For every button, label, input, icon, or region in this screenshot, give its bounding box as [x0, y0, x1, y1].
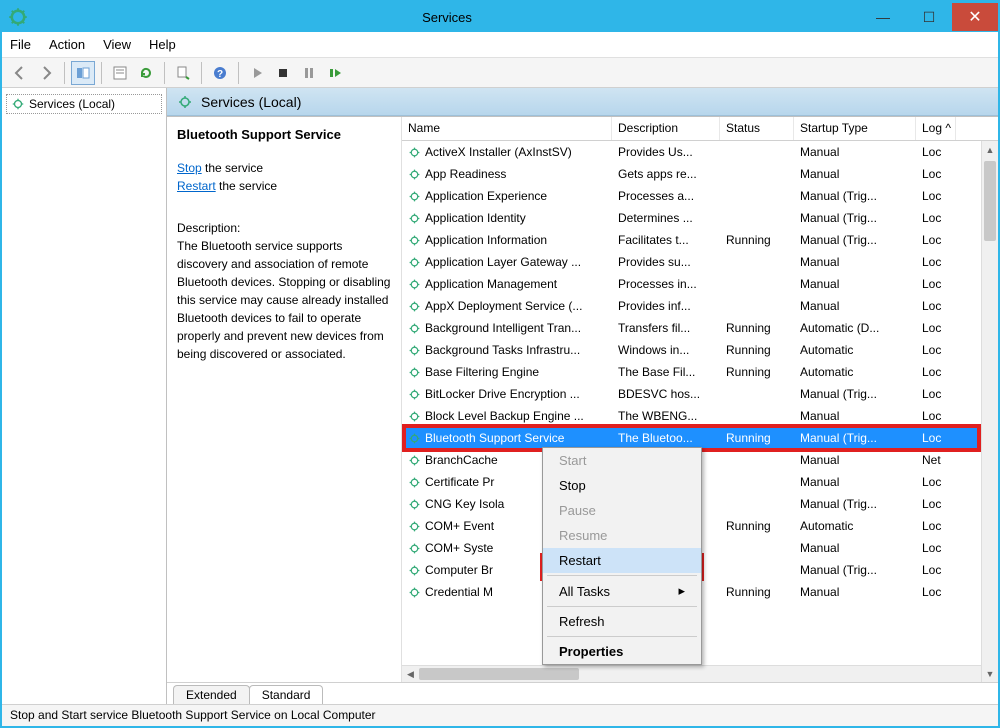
- submenu-arrow-icon: ▸: [678, 583, 685, 599]
- close-button[interactable]: ✕: [952, 3, 998, 31]
- gear-icon: [177, 94, 193, 110]
- col-logon[interactable]: Log ^: [916, 117, 956, 140]
- nav-forward-button[interactable]: [34, 61, 58, 85]
- col-description[interactable]: Description: [612, 117, 720, 140]
- service-row[interactable]: Background Intelligent Tran...Transfers …: [402, 317, 998, 339]
- ctx-pause: Pause: [543, 498, 701, 523]
- detail-pane: Bluetooth Support Service Stop the servi…: [167, 117, 402, 682]
- minimize-button[interactable]: —: [860, 3, 906, 31]
- vscroll-thumb[interactable]: [984, 161, 996, 241]
- tab-extended[interactable]: Extended: [173, 685, 250, 704]
- service-row[interactable]: Application InformationFacilitates t...R…: [402, 229, 998, 251]
- maximize-button[interactable]: ☐: [906, 3, 952, 31]
- column-headers: Name Description Status Startup Type Log…: [402, 117, 998, 141]
- toolbar: ?: [2, 58, 998, 88]
- restart-service-button[interactable]: [323, 61, 347, 85]
- scroll-down-button[interactable]: ▼: [982, 665, 998, 682]
- svg-text:?: ?: [217, 69, 223, 80]
- service-row[interactable]: AppX Deployment Service (...Provides inf…: [402, 295, 998, 317]
- description-text: The Bluetooth service supports discovery…: [177, 237, 391, 363]
- service-row[interactable]: Application Layer Gateway ...Provides su…: [402, 251, 998, 273]
- help-button[interactable]: ?: [208, 61, 232, 85]
- show-hide-tree-button[interactable]: [71, 61, 95, 85]
- status-bar: Stop and Start service Bluetooth Support…: [2, 704, 998, 726]
- menubar: File Action View Help: [2, 32, 998, 58]
- view-tabs: Extended Standard: [167, 682, 998, 704]
- console-tree: Services (Local): [2, 88, 167, 704]
- selected-service-name: Bluetooth Support Service: [177, 125, 391, 145]
- horizontal-scrollbar[interactable]: ◀ ▶: [402, 665, 998, 682]
- service-row[interactable]: Block Level Backup Engine ...The WBENG..…: [402, 405, 998, 427]
- service-row[interactable]: Bluetooth Support ServiceThe Bluetoo...R…: [402, 427, 998, 449]
- scroll-up-button[interactable]: ▲: [982, 141, 998, 158]
- scroll-left-button[interactable]: ◀: [402, 666, 419, 682]
- hscroll-thumb[interactable]: [419, 668, 579, 680]
- services-icon: [8, 7, 28, 27]
- service-row[interactable]: ActiveX Installer (AxInstSV)Provides Us.…: [402, 141, 998, 163]
- menu-action[interactable]: Action: [49, 37, 85, 52]
- menu-help[interactable]: Help: [149, 37, 176, 52]
- ctx-properties[interactable]: Properties: [543, 639, 701, 664]
- sort-up-icon: ^: [945, 121, 951, 135]
- service-row[interactable]: Base Filtering EngineThe Base Fil...Runn…: [402, 361, 998, 383]
- service-row[interactable]: App ReadinessGets apps re...ManualLoc: [402, 163, 998, 185]
- ctx-restart[interactable]: Restart: [543, 548, 701, 573]
- col-status[interactable]: Status: [720, 117, 794, 140]
- service-row[interactable]: Application IdentityDetermines ...Manual…: [402, 207, 998, 229]
- titlebar: Services — ☐ ✕: [2, 2, 998, 32]
- properties-button[interactable]: [108, 61, 132, 85]
- description-label: Description:: [177, 219, 391, 237]
- tree-item-services-local[interactable]: Services (Local): [6, 94, 162, 114]
- nav-back-button[interactable]: [8, 61, 32, 85]
- export-button[interactable]: [171, 61, 195, 85]
- col-name[interactable]: Name: [402, 117, 612, 140]
- service-row[interactable]: Background Tasks Infrastru...Windows in.…: [402, 339, 998, 361]
- stop-link[interactable]: Stop: [177, 161, 202, 175]
- service-row[interactable]: BitLocker Drive Encryption ...BDESVC hos…: [402, 383, 998, 405]
- window-title: Services: [34, 10, 860, 25]
- service-row[interactable]: Application ManagementProcesses in...Man…: [402, 273, 998, 295]
- ctx-refresh[interactable]: Refresh: [543, 609, 701, 634]
- stop-service-button[interactable]: [271, 61, 295, 85]
- ctx-all-tasks[interactable]: All Tasks▸: [543, 578, 701, 604]
- start-service-button[interactable]: [245, 61, 269, 85]
- pause-service-button[interactable]: [297, 61, 321, 85]
- tree-item-label: Services (Local): [29, 97, 115, 111]
- services-list: Name Description Status Startup Type Log…: [402, 117, 998, 682]
- content-header: Services (Local): [167, 88, 998, 116]
- refresh-button[interactable]: [134, 61, 158, 85]
- gear-icon: [11, 97, 25, 111]
- context-menu: Start Stop Pause Resume Restart All Task…: [542, 447, 702, 665]
- ctx-resume: Resume: [543, 523, 701, 548]
- service-row[interactable]: Application ExperienceProcesses a...Manu…: [402, 185, 998, 207]
- restart-link[interactable]: Restart: [177, 179, 216, 193]
- tab-standard[interactable]: Standard: [249, 685, 324, 704]
- col-startup-type[interactable]: Startup Type: [794, 117, 916, 140]
- menu-view[interactable]: View: [103, 37, 131, 52]
- ctx-stop[interactable]: Stop: [543, 473, 701, 498]
- menu-file[interactable]: File: [10, 37, 31, 52]
- vertical-scrollbar[interactable]: ▲ ▼: [981, 141, 998, 682]
- ctx-start: Start: [543, 448, 701, 473]
- content-header-title: Services (Local): [201, 94, 301, 110]
